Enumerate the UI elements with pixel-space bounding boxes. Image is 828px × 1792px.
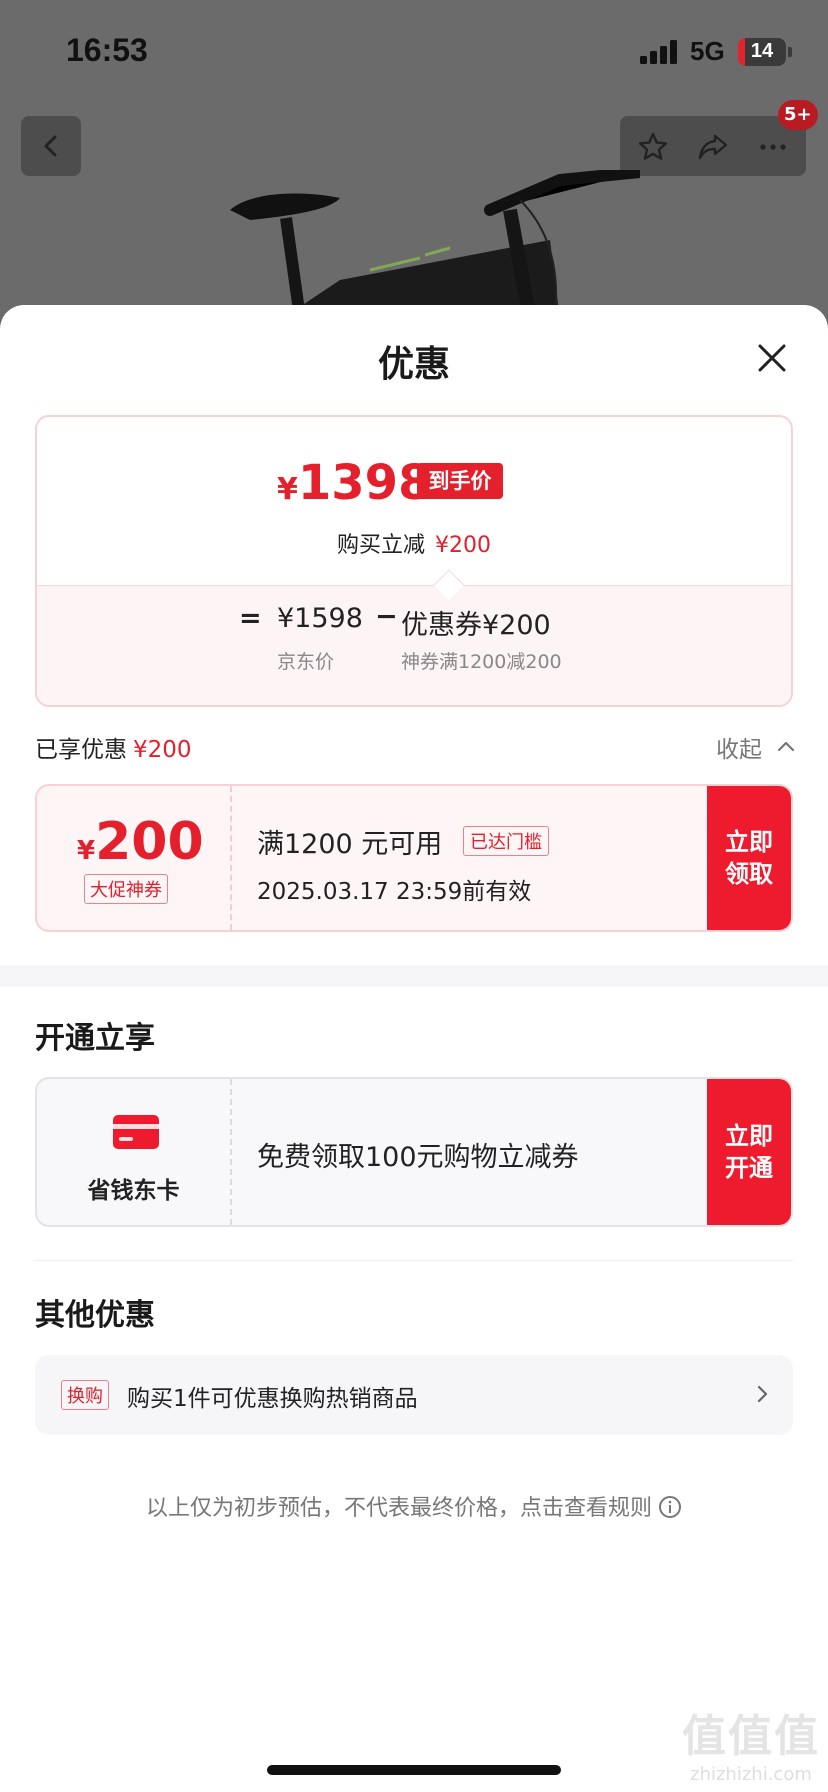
home-indicator xyxy=(267,1765,561,1775)
info-icon[interactable] xyxy=(658,1495,682,1519)
coupon-amount-value: 200 xyxy=(95,812,204,872)
final-price-value: 1398 xyxy=(297,455,432,511)
battery-level: 14 xyxy=(750,40,774,62)
chevron-up-icon[interactable] xyxy=(775,735,797,757)
coupon-expiry: 2025.03.17 23:59前有效 xyxy=(257,879,532,905)
disclaimer-text: 以上仅为初步预估，不代表最终价格，点击查看规则 xyxy=(145,1496,652,1521)
buy-reduce-label: 购买立减 xyxy=(336,533,425,558)
final-price-currency: ¥ xyxy=(277,472,298,507)
disclaimer[interactable]: 以上仅为初步预估，不代表最终价格，点击查看规则 xyxy=(0,1490,828,1522)
trade-in-row[interactable]: 换购 购买1件可优惠换购热销商品 xyxy=(35,1355,793,1435)
minus-sign: − xyxy=(375,601,398,632)
back-button[interactable] xyxy=(21,116,81,176)
coupon-deduction-desc: 神券满1200减200 xyxy=(401,651,562,673)
threshold-reached-tag: 已达门槛 xyxy=(463,826,549,856)
coupon-type-tag: 大促神券 xyxy=(84,874,168,904)
open-section-title: 开通立享 xyxy=(35,1021,155,1056)
trade-in-tag: 换购 xyxy=(61,1380,109,1410)
battery-icon: 14 xyxy=(738,38,786,66)
watermark-url: zhizhizhi.com xyxy=(690,1764,812,1785)
section-divider xyxy=(0,965,828,987)
coupon-currency: ¥ xyxy=(77,836,96,866)
share-icon[interactable] xyxy=(696,130,730,164)
top-action-group xyxy=(620,116,806,176)
equals-sign: = xyxy=(239,603,262,634)
status-time: 16:53 xyxy=(66,32,148,68)
bike-product-image xyxy=(230,170,640,320)
more-icon[interactable] xyxy=(756,130,790,164)
collapse-button[interactable]: 收起 xyxy=(716,730,762,764)
coupon-card: ¥200 大促神券 满1200 元可用 已达门槛 2025.03.17 23:5… xyxy=(35,784,793,932)
coupon-value-area: ¥200 大促神券 xyxy=(37,786,232,930)
coupon-deduction: 优惠券¥200 xyxy=(401,610,551,641)
chevron-right-icon xyxy=(757,1385,768,1403)
final-price: ¥1398 xyxy=(277,455,431,511)
claim-coupon-button[interactable]: 立即领取 xyxy=(707,786,791,930)
enjoyed-value: ¥200 xyxy=(133,737,192,763)
trade-in-text: 购买1件可优惠换购热销商品 xyxy=(127,1386,418,1412)
notification-badge: 5+ xyxy=(778,100,818,130)
price-summary: ¥1398 到手价 购买立减 ¥200 xyxy=(37,417,791,585)
product-page-background: 16:53 5G 14 5+ xyxy=(0,0,828,320)
coupon-amount: ¥200 xyxy=(77,812,204,872)
network-type: 5G xyxy=(690,36,725,66)
claim-coupon-label: 立即领取 xyxy=(725,827,773,888)
final-price-tag: 到手价 xyxy=(417,463,503,499)
coupon-condition: 满1200 元可用 xyxy=(257,829,443,860)
watermark-logo: 值值值 xyxy=(682,1711,820,1762)
sheet-title: 优惠 xyxy=(377,344,450,385)
membership-card: 省钱东卡 免费领取100元购物立减券 立即开通 xyxy=(35,1077,793,1227)
open-membership-button[interactable]: 立即开通 xyxy=(707,1079,791,1225)
enjoyed-discount: 已享优惠 ¥200 xyxy=(35,730,192,764)
discount-sheet: 优惠 ¥1398 到手价 购买立减 ¥200 = ¥1598 − 优惠券¥200 … xyxy=(0,305,828,1792)
jd-price: ¥1598 xyxy=(277,603,363,634)
membership-brand: 省钱东卡 xyxy=(37,1079,232,1225)
battery-cap xyxy=(788,47,792,57)
star-icon[interactable] xyxy=(636,130,670,164)
other-section-title: 其他优惠 xyxy=(35,1298,155,1333)
enjoyed-label: 已享优惠 xyxy=(35,737,127,763)
membership-name: 省钱东卡 xyxy=(87,1178,180,1204)
price-breakdown-card: ¥1398 到手价 购买立减 ¥200 = ¥1598 − 优惠券¥200 京东价… xyxy=(35,415,793,707)
status-bar: 16:53 5G 14 xyxy=(0,0,828,100)
jd-price-label: 京东价 xyxy=(277,651,335,673)
divider-line xyxy=(35,1260,793,1261)
close-icon[interactable] xyxy=(754,340,790,376)
signal-icon xyxy=(640,40,678,64)
back-icon xyxy=(44,135,57,157)
buy-reduce-value: ¥200 xyxy=(435,533,491,558)
buy-reduce-line: 购买立减 ¥200 xyxy=(37,527,791,559)
card-icon xyxy=(113,1115,159,1149)
membership-offer: 免费领取100元购物立减券 xyxy=(257,1142,579,1173)
open-membership-label: 立即开通 xyxy=(725,1121,773,1182)
watermark: 值值值 zhizhizhi.com xyxy=(676,1700,826,1790)
